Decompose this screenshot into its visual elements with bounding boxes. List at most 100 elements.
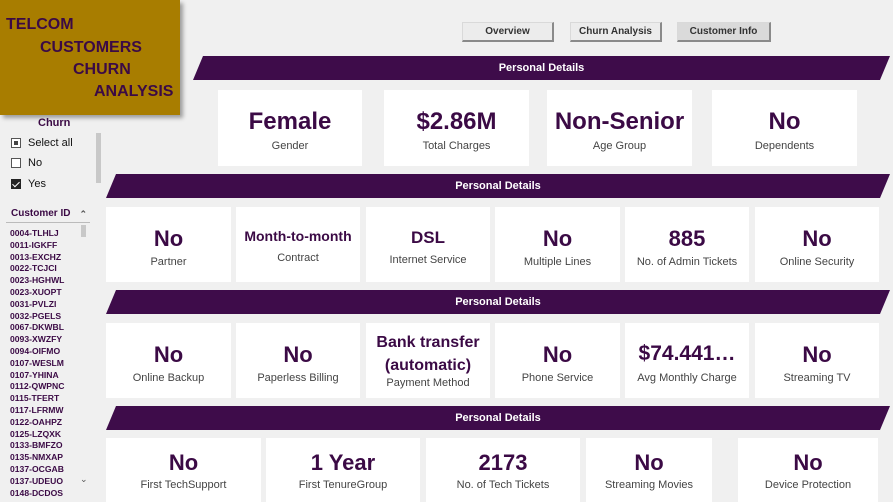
kpi-value: No	[634, 450, 664, 475]
kpi-value: Non-Senior	[554, 108, 685, 135]
kpi-label: No. of Admin Tickets	[636, 256, 738, 268]
kpi-label: Paperless Billing	[257, 372, 339, 384]
kpi-value-line-2: (automatic)	[384, 357, 472, 374]
list-item[interactable]: 0135-NMXAP	[10, 452, 82, 464]
kpi-label: Contract	[277, 252, 319, 264]
list-item[interactable]: 0094-OIFMO	[10, 346, 82, 358]
kpi-card-multiple-lines: No Multiple Lines	[495, 207, 620, 282]
kpi-value: DSL	[411, 228, 445, 247]
title-line-3: CHURN	[73, 61, 131, 78]
churn-filter-scrollbar[interactable]	[96, 133, 101, 183]
list-item[interactable]: 0023-XUOPT	[10, 287, 82, 299]
kpi-value: No	[793, 450, 823, 475]
customer-id-filter-title: Customer ID	[11, 208, 71, 219]
kpi-label: Device Protection	[764, 479, 852, 491]
tab-overview[interactable]: Overview	[462, 22, 554, 42]
checkbox-icon[interactable]	[11, 138, 21, 148]
list-item[interactable]: 0067-DKWBL	[10, 322, 82, 334]
list-item[interactable]: 0032-PGELS	[10, 311, 82, 323]
list-item[interactable]: 0112-QWPNC	[10, 381, 82, 393]
option-label: No	[28, 157, 43, 169]
churn-filter-title: Churn	[38, 117, 71, 129]
churn-option-no[interactable]: No	[11, 157, 42, 169]
title-line-2: CUSTOMERS	[40, 39, 142, 56]
kpi-value: No	[153, 226, 184, 251]
kpi-card-first-tenuregroup: 1 Year First TenureGroup	[266, 438, 420, 502]
list-item[interactable]: 0125-LZQXK	[10, 429, 82, 441]
kpi-card-payment-method: Bank transfer (automatic) Payment Method	[366, 323, 490, 398]
kpi-value: No	[542, 226, 573, 251]
list-item[interactable]: 0137-OCGAB	[10, 464, 82, 476]
list-item[interactable]: 0004-TLHLJ	[10, 228, 82, 240]
kpi-card-age-group: Non-Senior Age Group	[547, 90, 692, 166]
checkbox-checked-icon[interactable]	[11, 179, 21, 189]
list-item[interactable]: 0022-TCJCI	[10, 263, 82, 275]
list-item[interactable]: 0115-TFERT	[10, 393, 82, 405]
list-item[interactable]: 0023-HGHWL	[10, 275, 82, 287]
kpi-label: Online Security	[779, 256, 855, 268]
churn-option-yes[interactable]: Yes	[11, 178, 46, 190]
tab-customer-info[interactable]: Customer Info	[677, 22, 771, 42]
section-title: Personal Details	[455, 296, 541, 308]
kpi-label: Multiple Lines	[523, 256, 592, 268]
section-banner: Personal Details	[106, 174, 890, 198]
kpi-value: Bank transfer	[376, 334, 480, 351]
kpi-label: First TenureGroup	[298, 479, 388, 491]
kpi-label: Phone Service	[521, 372, 594, 384]
kpi-card-streaming-tv: No Streaming TV	[755, 323, 879, 398]
kpi-card-paperless-billing: No Paperless Billing	[236, 323, 360, 398]
list-item[interactable]: 0107-YHINA	[10, 370, 82, 382]
kpi-label: Streaming TV	[783, 372, 851, 384]
list-item[interactable]: 0137-UDEUO	[10, 476, 82, 488]
kpi-label: Internet Service	[389, 254, 467, 266]
kpi-label: Dependents	[754, 140, 815, 152]
section-title: Personal Details	[455, 180, 541, 192]
kpi-value: No	[542, 342, 573, 367]
kpi-card-device-protection: No Device Protection	[738, 438, 878, 502]
list-item[interactable]: 0093-XWZFY	[10, 334, 82, 346]
list-item[interactable]: 0031-PVLZI	[10, 299, 82, 311]
kpi-card-first-techsupport: No First TechSupport	[106, 438, 261, 502]
list-item[interactable]: 0013-EXCHZ	[10, 252, 82, 264]
kpi-card-streaming-movies: No Streaming Movies	[586, 438, 712, 502]
kpi-value: No	[168, 450, 199, 475]
kpi-card-gender: Female Gender	[218, 90, 362, 166]
chevron-down-icon[interactable]: ⌄	[80, 474, 88, 485]
kpi-value: $2.86M	[416, 108, 497, 135]
customer-id-list: 0004-TLHLJ 0011-IGKFF 0013-EXCHZ 0022-TC…	[10, 228, 82, 498]
kpi-value: No	[153, 342, 184, 367]
kpi-label: Payment Method	[386, 377, 470, 389]
kpi-label: Online Backup	[132, 372, 205, 384]
kpi-value: No	[283, 342, 313, 367]
section-banner: Personal Details	[193, 56, 890, 80]
section-banner: Personal Details	[106, 290, 890, 314]
report-title: TELCOM CUSTOMERS CHURN ANALYSIS	[0, 0, 180, 115]
kpi-card-total-charges: $2.86M Total Charges	[384, 90, 529, 166]
kpi-value: 2173	[478, 450, 528, 475]
kpi-label: Avg Monthly Charge	[637, 372, 737, 384]
customer-id-scrollbar[interactable]	[81, 225, 86, 237]
kpi-card-tech-tickets: 2173 No. of Tech Tickets	[426, 438, 580, 502]
kpi-label: Partner	[150, 256, 187, 268]
churn-option-select-all[interactable]: Select all	[11, 137, 73, 149]
kpi-value: $74.441…	[638, 342, 736, 365]
option-label: Select all	[28, 137, 73, 149]
list-item[interactable]: 0117-LFRMW	[10, 405, 82, 417]
list-item[interactable]: 0107-WESLM	[10, 358, 82, 370]
list-item[interactable]: 0133-BMFZO	[10, 440, 82, 452]
customer-id-filter-header: Customer ID ⌃	[6, 207, 90, 223]
list-item[interactable]: 0011-IGKFF	[10, 240, 82, 252]
list-item[interactable]: 0148-DCDOS	[10, 488, 82, 498]
section-title: Personal Details	[498, 62, 585, 74]
list-item[interactable]: 0122-OAHPZ	[10, 417, 82, 429]
kpi-card-contract: Month-to-month Contract	[236, 207, 360, 282]
kpi-card-internet-service: DSL Internet Service	[366, 207, 490, 282]
tab-churn-analysis[interactable]: Churn Analysis	[570, 22, 662, 42]
checkbox-icon[interactable]	[11, 158, 21, 168]
kpi-label: Total Charges	[422, 140, 491, 152]
chevron-up-icon[interactable]: ⌃	[79, 207, 87, 221]
kpi-value: No	[802, 226, 832, 251]
kpi-label: Streaming Movies	[604, 479, 694, 491]
kpi-card-online-security: No Online Security	[755, 207, 879, 282]
kpi-card-dependents: No Dependents	[712, 90, 857, 166]
